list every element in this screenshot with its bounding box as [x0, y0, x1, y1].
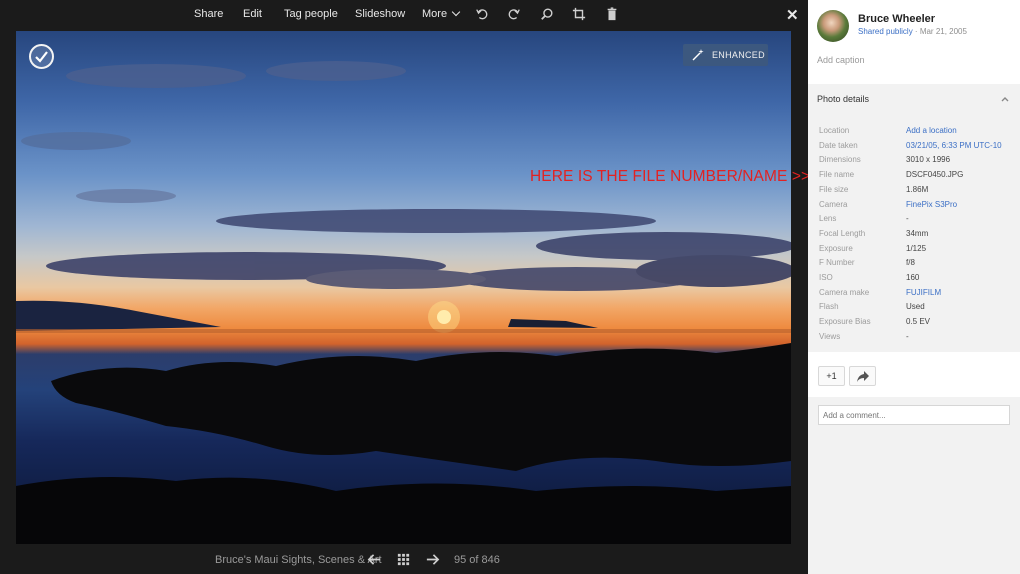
distant-mountain: [16, 300, 221, 331]
detail-key: File size: [819, 184, 849, 194]
island: [508, 319, 598, 328]
detail-row: Camera make FUJIFILM: [808, 288, 1020, 302]
album-title[interactable]: Bruce's Maui Sights, Scenes & Art: [215, 554, 382, 566]
detail-row: Date taken 03/21/05, 6:33 PM UTC-10: [808, 141, 1020, 155]
detail-key: Exposure Bias: [819, 317, 871, 327]
enhanced-button[interactable]: ENHANCED: [683, 44, 768, 66]
detail-value: 34mm: [906, 228, 929, 238]
detail-value: 160: [906, 273, 920, 282]
detail-row: Lens -: [808, 214, 1020, 228]
social-actions: +1: [808, 355, 1020, 397]
detail-key: Flash: [819, 302, 839, 312]
comment-input[interactable]: [818, 405, 1010, 425]
detail-key: File name: [819, 170, 855, 180]
detail-value: -: [906, 214, 909, 224]
grid-icon[interactable]: [396, 552, 411, 567]
arrow-right-icon[interactable]: [425, 552, 440, 567]
select-checkmark[interactable]: [29, 44, 54, 69]
detail-row: File name DSCF0450.JPG: [808, 170, 1020, 184]
detail-key: Views: [819, 331, 841, 341]
detail-value: f/8: [906, 258, 915, 268]
detail-row: F Number f/8: [808, 258, 1020, 272]
zoom-icon[interactable]: [540, 7, 554, 21]
detail-value: DSCF0450.JPG: [906, 170, 964, 180]
detail-key: Exposure: [819, 243, 853, 253]
plus-one-button[interactable]: +1: [818, 366, 845, 386]
avatar[interactable]: [817, 10, 849, 42]
foreground-rocks: [51, 343, 791, 471]
detail-row: Exposure 1/125: [808, 244, 1020, 258]
detail-value: 1/125: [906, 243, 927, 253]
tag-people-button[interactable]: Tag people: [284, 8, 338, 20]
share-arrow-icon: [857, 371, 869, 382]
photo-counter: 95 of 846: [454, 554, 500, 566]
arrow-left-icon[interactable]: [367, 552, 382, 567]
detail-row: Camera FinePix S3Pro: [808, 200, 1020, 214]
detail-value[interactable]: 03/21/05, 6:33 PM UTC-10: [906, 141, 1002, 150]
detail-row: Focal Length 34mm: [808, 229, 1020, 243]
detail-row: Views -: [808, 332, 1020, 346]
shared-date: · Mar 21, 2005: [912, 27, 967, 36]
share-info: Shared publicly · Mar 21, 2005: [858, 27, 967, 36]
more-menu-button[interactable]: More: [422, 7, 461, 20]
edit-button[interactable]: Edit: [243, 8, 262, 20]
top-toolbar: Share Edit Tag people Slideshow More ✕: [0, 0, 808, 30]
enhanced-label: ENHANCED: [712, 50, 765, 60]
detail-key: Date taken: [819, 140, 858, 150]
detail-key: Focal Length: [819, 228, 866, 238]
detail-key: Camera: [819, 199, 848, 209]
close-icon[interactable]: ✕: [786, 6, 799, 24]
detail-row: Flash Used: [808, 302, 1020, 316]
photo-details-section: Photo details Location Add a location Date…: [808, 84, 1020, 352]
detail-row: Location Add a location: [808, 126, 1020, 140]
detail-value: 1.86M: [906, 184, 929, 194]
add-caption-field[interactable]: Add caption: [817, 55, 865, 65]
detail-value[interactable]: FinePix S3Pro: [906, 200, 957, 209]
detail-value: -: [906, 331, 909, 341]
detail-key: ISO: [819, 273, 833, 282]
slideshow-button[interactable]: Slideshow: [355, 8, 405, 20]
file-name-annotation: HERE IS THE FILE NUMBER/NAME >>: [530, 168, 811, 185]
photo-details-title: Photo details: [817, 94, 870, 104]
photo-viewer: Share Edit Tag people Slideshow More ✕ E…: [0, 0, 808, 574]
sunset-photo: ENHANCED: [16, 31, 791, 544]
shared-publicly-link[interactable]: Shared publicly: [858, 27, 913, 36]
check-icon: [35, 51, 48, 63]
detail-value: 0.5 EV: [906, 317, 931, 327]
more-label: More: [422, 8, 448, 20]
share-button[interactable]: Share: [194, 8, 223, 20]
comments-section: [808, 397, 1020, 574]
crop-icon[interactable]: [572, 7, 586, 21]
detail-key: Camera make: [819, 287, 870, 297]
info-panel: Bruce Wheeler Shared publicly · Mar 21, …: [808, 0, 1020, 574]
detail-row: ISO 160: [808, 273, 1020, 287]
bottom-bar: Bruce's Maui Sights, Scenes & Art 95 of …: [0, 548, 808, 572]
chevron-up-icon[interactable]: [1000, 94, 1010, 104]
trash-icon[interactable]: [605, 7, 619, 21]
detail-value: Used: [906, 302, 925, 312]
rotate-right-icon[interactable]: [507, 7, 521, 21]
photo-scene: [16, 61, 791, 544]
detail-key: Dimensions: [819, 155, 861, 165]
chevron-down-icon: [451, 7, 461, 17]
detail-row: Dimensions 3010 x 1996: [808, 155, 1020, 169]
owner-header: Bruce Wheeler Shared publicly · Mar 21, …: [808, 0, 1020, 82]
rotate-left-icon[interactable]: [475, 7, 489, 21]
detail-row: Exposure Bias 0.5 EV: [808, 317, 1020, 331]
detail-value: 3010 x 1996: [906, 155, 951, 165]
detail-value[interactable]: FUJIFILM: [906, 288, 941, 297]
share-arrow-button[interactable]: [849, 366, 876, 386]
detail-value[interactable]: Add a location: [906, 126, 957, 135]
detail-row: File size 1.86M: [808, 185, 1020, 199]
magic-wand-icon: [692, 49, 704, 61]
detail-key: F Number: [819, 258, 855, 268]
detail-key: Lens: [819, 214, 837, 224]
owner-name[interactable]: Bruce Wheeler: [858, 13, 935, 25]
detail-key: Location: [819, 126, 850, 135]
